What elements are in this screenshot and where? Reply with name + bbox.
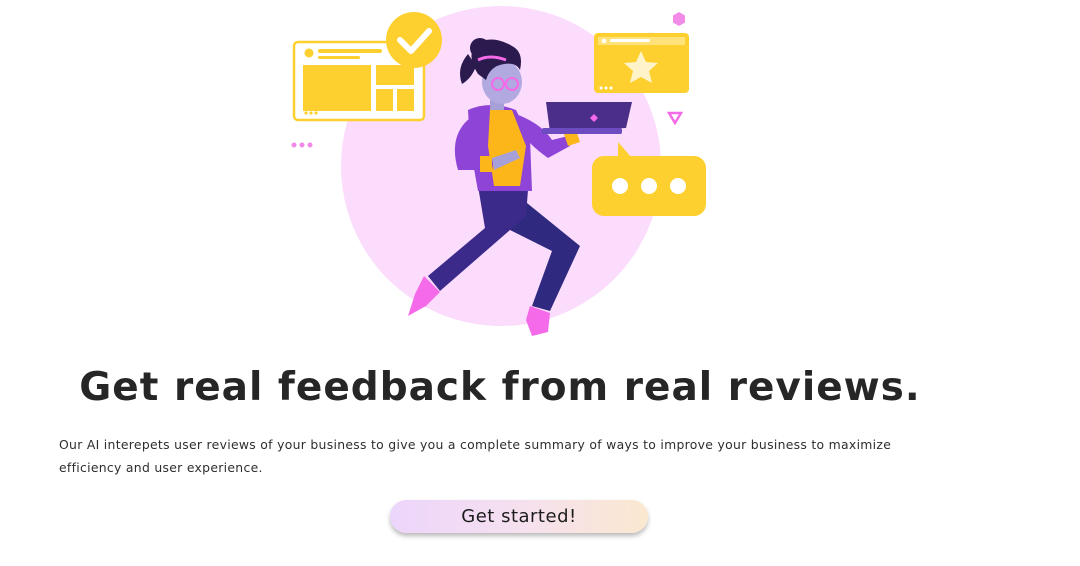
landing-page: Get real feedback from real reviews. Our… bbox=[0, 0, 1080, 566]
get-started-button[interactable]: Get started! bbox=[390, 500, 648, 533]
dots-icon bbox=[291, 142, 313, 148]
check-icon bbox=[386, 12, 442, 68]
page-title: Get real feedback from real reviews. bbox=[79, 365, 921, 410]
feedback-illustration bbox=[291, 6, 706, 336]
triangle-icon bbox=[666, 111, 684, 126]
page-description: Our AI interepets user reviews of your b… bbox=[59, 437, 892, 475]
star-window-icon bbox=[594, 33, 689, 93]
hexagon-icon bbox=[673, 12, 685, 26]
